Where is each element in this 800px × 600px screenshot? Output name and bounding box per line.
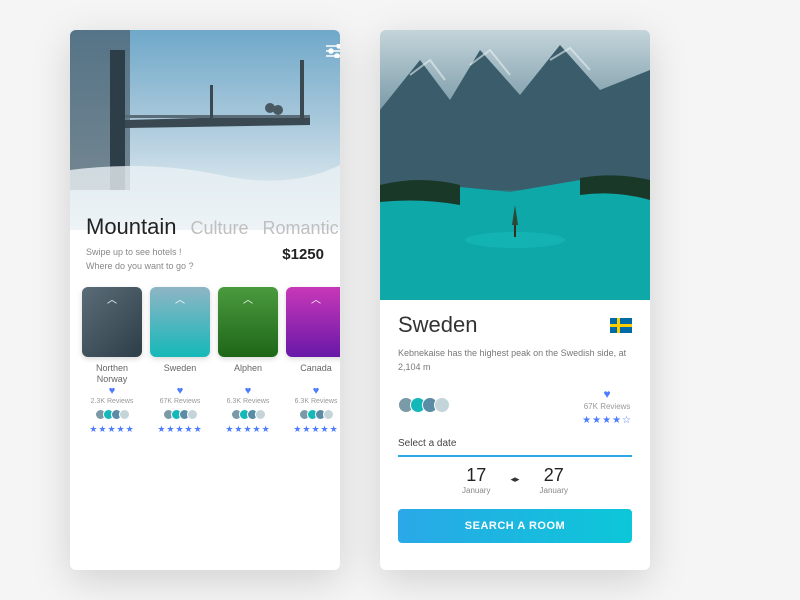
chevron-up-icon: ︿ — [243, 291, 253, 306]
sweden-flag-icon — [610, 318, 632, 333]
search-room-button[interactable]: SEARCH A ROOM — [398, 509, 632, 543]
destination-description: Kebnekaise has the highest peak on the S… — [398, 346, 632, 375]
destination-cards[interactable]: ︿Northen Norway♥2.3K Reviews★★★★★︿Sweden… — [70, 273, 340, 449]
card-stars: ★★★★★ — [150, 424, 210, 435]
card-name: Sweden — [150, 363, 210, 383]
card-stars: ★★★★★ — [286, 424, 340, 435]
destination-title: Sweden — [398, 312, 478, 338]
date-from-month: January — [462, 486, 490, 495]
card-stars: ★★★★★ — [82, 424, 142, 435]
browse-screen: Mountain Culture Romantic Swipe up to see … — [70, 30, 340, 570]
heart-icon[interactable]: ♥ — [150, 385, 210, 397]
tab-culture[interactable]: Culture — [191, 218, 249, 239]
date-to[interactable]: 27 January — [540, 465, 568, 495]
hint-text: Swipe up to see hotels ! Where do you wa… — [86, 246, 194, 273]
price-value: $1250 — [282, 246, 324, 263]
heart-icon[interactable]: ♥ — [218, 385, 278, 397]
date-to-month: January — [540, 486, 568, 495]
select-date-label: Select a date — [398, 438, 632, 449]
card-stars: ★★★★★ — [218, 424, 278, 435]
heart-icon[interactable]: ♥ — [582, 387, 632, 401]
date-range-picker[interactable]: 17 January ◂▸ 27 January — [398, 455, 632, 495]
destination-card[interactable]: ︿ Alphen ♥6.3K Reviews ★★★★★ — [218, 287, 278, 435]
date-from[interactable]: 17 January — [462, 465, 490, 495]
chevron-up-icon: ︿ — [175, 291, 185, 306]
date-to-day: 27 — [540, 465, 568, 486]
card-avatars — [218, 409, 278, 420]
visitor-avatars — [398, 397, 450, 413]
tab-mountain[interactable]: Mountain — [86, 214, 177, 240]
review-count: 67K Reviews — [582, 402, 632, 411]
card-name: Canada — [286, 363, 340, 383]
category-tabs: Mountain Culture Romantic — [70, 214, 340, 240]
card-reviews: 2.3K Reviews — [82, 398, 142, 405]
date-from-day: 17 — [462, 465, 490, 486]
swap-icon[interactable]: ◂▸ — [510, 474, 519, 485]
detail-screen: Sweden Kebnekaise has the highest peak o… — [380, 30, 650, 570]
card-reviews: 6.3K Reviews — [286, 398, 340, 405]
destination-card[interactable]: ︿ Sweden ♥67K Reviews ★★★★★ — [150, 287, 210, 435]
card-avatars — [286, 409, 340, 420]
card-reviews: 67K Reviews — [150, 398, 210, 405]
chevron-up-icon: ︿ — [311, 291, 321, 306]
card-avatars — [82, 409, 142, 420]
card-avatars — [150, 409, 210, 420]
tab-romantic[interactable]: Romantic — [263, 218, 339, 239]
destination-card[interactable]: ︿ Canada ♥6.3K Reviews ★★★★★ — [286, 287, 340, 435]
hero-image — [70, 30, 340, 230]
card-name: Alphen — [218, 363, 278, 383]
heart-icon[interactable]: ♥ — [82, 385, 142, 397]
rating-stars: ★★★★☆ — [582, 415, 632, 426]
destination-card[interactable]: ︿ Northen Norway ♥2.3K Reviews ★★★★★ — [82, 287, 142, 435]
card-name: Northen Norway — [82, 363, 142, 383]
card-reviews: 6.3K Reviews — [218, 398, 278, 405]
destination-hero — [380, 30, 650, 300]
heart-icon[interactable]: ♥ — [286, 385, 340, 397]
chevron-up-icon: ︿ — [107, 291, 117, 306]
